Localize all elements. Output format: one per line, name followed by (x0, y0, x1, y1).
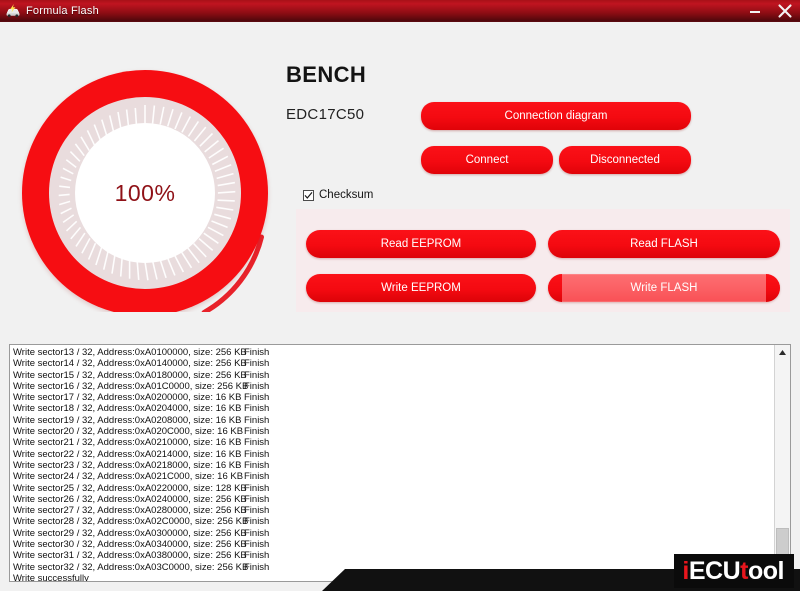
log-line-status: Finish (244, 493, 270, 505)
log-line-text: Write sector27 / 32, Address:0xA0280000,… (13, 505, 247, 517)
log-line-status: Finish (244, 369, 270, 381)
log-line-text: Write sector13 / 32, Address:0xA0100000,… (13, 347, 247, 358)
log-line-text: Write sector31 / 32, Address:0xA0380000,… (13, 550, 247, 562)
log-line-text: Write sector14 / 32, Address:0xA0140000,… (13, 358, 247, 370)
write-flash-right-cap (766, 274, 780, 302)
log-line[interactable]: Write sector19 / 32, Address:0xA0208000,… (13, 415, 774, 426)
write-eeprom-button[interactable]: Write EEPROM (306, 274, 536, 302)
log-line[interactable]: Write sector25 / 32, Address:0xA0220000,… (13, 483, 774, 494)
car-flash-icon (5, 3, 21, 18)
watermark-part-2: ECU (688, 556, 741, 585)
connection-diagram-button[interactable]: Connection diagram (421, 102, 691, 130)
log-line-status: Finish (244, 550, 270, 562)
log-line-status: Finish (244, 392, 270, 404)
watermark-part-3: t (740, 556, 748, 585)
log-line-status: Finish (244, 459, 270, 471)
app-window: Formula Flash 100% BENCH EDC17C50 Connec… (0, 0, 800, 591)
log-line[interactable]: Write sector22 / 32, Address:0xA0214000,… (13, 449, 774, 460)
log-line[interactable]: Write sector29 / 32, Address:0xA0300000,… (13, 528, 774, 539)
log-line[interactable]: Write sector26 / 32, Address:0xA0240000,… (13, 494, 774, 505)
titlebar: Formula Flash (0, 0, 800, 22)
log-line-status: Finish (244, 414, 270, 426)
write-flash-left-cap (548, 274, 562, 302)
log-line-status: Finish (244, 347, 270, 358)
top-zone: 100% BENCH EDC17C50 Connection diagram C… (0, 22, 800, 312)
log-line[interactable]: Write sector31 / 32, Address:0xA0380000,… (13, 550, 774, 561)
log-line[interactable]: Write sector28 / 32, Address:0xA02C0000,… (13, 516, 774, 527)
log-line[interactable]: Write sector18 / 32, Address:0xA0204000,… (13, 403, 774, 414)
log-line[interactable]: Write sector13 / 32, Address:0xA0100000,… (13, 347, 774, 358)
log-line-text: Write successfully (13, 572, 89, 581)
checksum-checkbox[interactable] (303, 189, 314, 201)
log-line-status: Finish (244, 358, 270, 370)
log-line-text: Write sector17 / 32, Address:0xA0200000,… (13, 392, 242, 404)
log-line[interactable]: Write sector17 / 32, Address:0xA0200000,… (13, 392, 774, 403)
log-scrollbar[interactable] (774, 345, 790, 581)
gauge-outer-ring: 100% (22, 70, 268, 312)
checksum-option[interactable]: Checksum (303, 189, 373, 201)
log-output-box[interactable]: Write sector13 / 32, Address:0xA0100000,… (9, 344, 791, 582)
log-line-list: Write sector13 / 32, Address:0xA0100000,… (10, 345, 774, 581)
log-line-text: Write sector22 / 32, Address:0xA0214000,… (13, 448, 242, 460)
log-line-status: Finish (244, 527, 270, 539)
connect-button[interactable]: Connect (421, 146, 553, 174)
close-icon[interactable] (770, 0, 800, 22)
log-line-text: Write sector23 / 32, Address:0xA0218000,… (13, 459, 242, 471)
log-line-text: Write sector15 / 32, Address:0xA0180000,… (13, 369, 247, 381)
log-line[interactable]: Write sector15 / 32, Address:0xA0180000,… (13, 370, 774, 381)
log-line[interactable]: Write successfully (13, 573, 774, 581)
mode-title: BENCH (286, 62, 367, 87)
log-line-status: Finish (244, 482, 270, 494)
log-line-text: Write sector21 / 32, Address:0xA0210000,… (13, 437, 242, 449)
log-line[interactable]: Write sector16 / 32, Address:0xA01C0000,… (13, 381, 774, 392)
write-flash-label: Write FLASH (630, 282, 698, 294)
log-line-text: Write sector20 / 32, Address:0xA020C000,… (13, 426, 244, 438)
minimize-button[interactable] (740, 0, 770, 22)
client-area: 100% BENCH EDC17C50 Connection diagram C… (0, 22, 800, 591)
log-line-status: Finish (244, 505, 270, 517)
write-flash-button[interactable]: Write FLASH (548, 274, 780, 302)
ecu-model-label: EDC17C50 (286, 106, 365, 123)
log-line-text: Write sector32 / 32, Address:0xA03C0000,… (13, 561, 249, 573)
log-line-status: Finish (244, 561, 270, 573)
log-line[interactable]: Write sector30 / 32, Address:0xA0340000,… (13, 539, 774, 550)
gauge-center: 100% (75, 123, 215, 263)
log-line-text: Write sector25 / 32, Address:0xA0220000,… (13, 482, 247, 494)
action-panel: Read EEPROM Read FLASH Write EEPROM Writ… (296, 209, 790, 312)
log-line-status: Finish (244, 426, 270, 438)
scroll-up-arrow-icon[interactable] (775, 345, 790, 360)
log-line[interactable]: Write sector32 / 32, Address:0xA03C0000,… (13, 562, 774, 573)
log-line[interactable]: Write sector20 / 32, Address:0xA020C000,… (13, 426, 774, 437)
progress-gauge: 100% (8, 55, 278, 312)
log-line-status: Finish (244, 516, 270, 528)
log-line[interactable]: Write sector27 / 32, Address:0xA0280000,… (13, 505, 774, 516)
log-line-status: Finish (244, 448, 270, 460)
log-line-text: Write sector29 / 32, Address:0xA0300000,… (13, 527, 247, 539)
log-line[interactable]: Write sector21 / 32, Address:0xA0210000,… (13, 437, 774, 448)
log-line-status: Finish (244, 471, 270, 483)
log-line[interactable]: Write sector14 / 32, Address:0xA0140000,… (13, 358, 774, 369)
checksum-label: Checksum (319, 189, 374, 201)
gauge-percent-label: 100% (114, 179, 176, 206)
log-line-status: Finish (244, 380, 270, 392)
log-line-text: Write sector24 / 32, Address:0xA021C000,… (13, 471, 244, 483)
window-title: Formula Flash (26, 4, 99, 17)
read-flash-button[interactable]: Read FLASH (548, 230, 780, 258)
log-line[interactable]: Write sector23 / 32, Address:0xA0218000,… (13, 460, 774, 471)
log-line-text: Write sector18 / 32, Address:0xA0204000,… (13, 403, 242, 415)
log-line-text: Write sector30 / 32, Address:0xA0340000,… (13, 539, 247, 551)
read-eeprom-button[interactable]: Read EEPROM (306, 230, 536, 258)
log-line-text: Write sector19 / 32, Address:0xA0208000,… (13, 414, 242, 426)
log-line-status: Finish (244, 437, 270, 449)
watermark-part-4: ool (748, 556, 785, 585)
log-line[interactable]: Write sector24 / 32, Address:0xA021C000,… (13, 471, 774, 482)
disconnect-button[interactable]: Disconnected (559, 146, 691, 174)
log-line-text: Write sector28 / 32, Address:0xA02C0000,… (13, 516, 249, 528)
log-line-status: Finish (244, 539, 270, 551)
log-line-text: Write sector16 / 32, Address:0xA01C0000,… (13, 380, 249, 392)
log-line-text: Write sector26 / 32, Address:0xA0240000,… (13, 493, 247, 505)
iecutool-watermark: i ECU t ool (674, 554, 794, 588)
log-line-status: Finish (244, 403, 270, 415)
